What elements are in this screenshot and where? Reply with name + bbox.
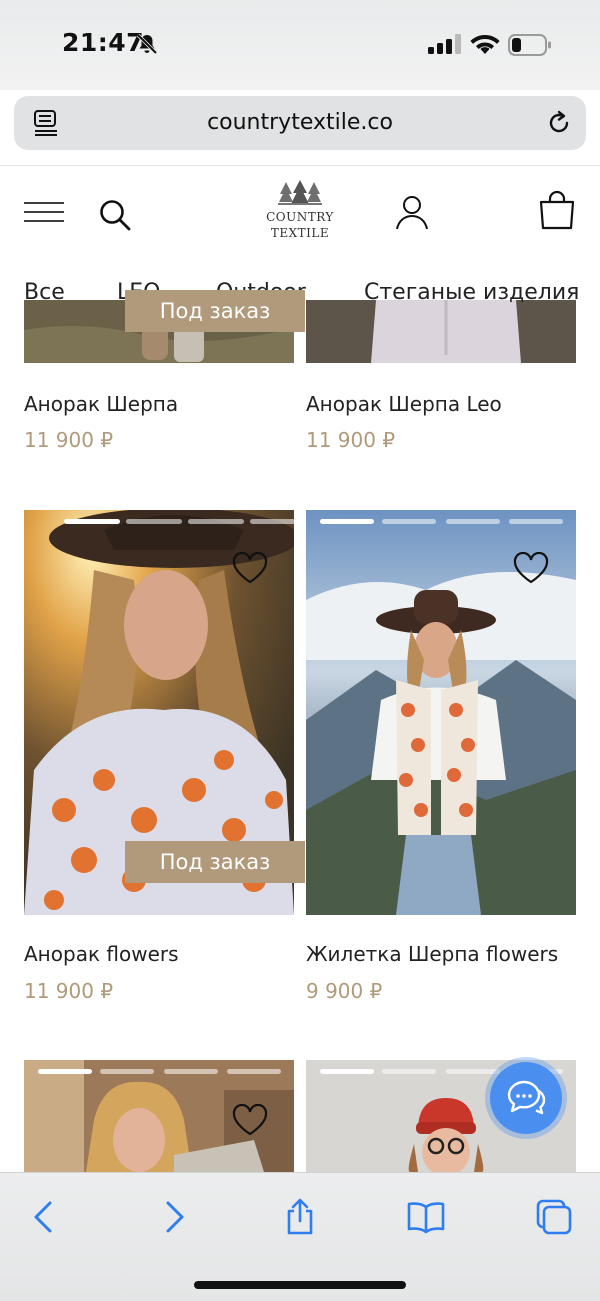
- product-name[interactable]: Жилетка Шерпа flowers: [306, 942, 558, 966]
- gallery-progress: [382, 1069, 436, 1074]
- product-image-5[interactable]: [24, 1060, 294, 1172]
- mute-icon: [136, 33, 158, 55]
- site-logo[interactable]: COUNTRY TEXTILE: [252, 180, 348, 248]
- url-bar[interactable]: countrytextile.co: [14, 96, 586, 150]
- home-indicator[interactable]: [194, 1281, 406, 1289]
- preorder-badge: Под заказ: [125, 841, 305, 883]
- share-icon[interactable]: [280, 1197, 320, 1237]
- cart-icon[interactable]: [538, 190, 576, 230]
- category-tab-all[interactable]: Все: [24, 280, 65, 305]
- forward-icon[interactable]: [154, 1197, 194, 1237]
- product-name[interactable]: Анорак Шерпа Leo: [306, 392, 502, 416]
- gallery-progress: [188, 519, 244, 524]
- site-header: COUNTRY TEXTILE: [0, 165, 600, 258]
- gallery-progress: [250, 519, 294, 524]
- product-price: 11 900 ₽: [24, 428, 114, 452]
- url-text[interactable]: countrytextile.co: [14, 110, 586, 135]
- menu-icon[interactable]: [24, 201, 64, 223]
- product-price: 11 900 ₽: [24, 979, 114, 1003]
- heart-icon[interactable]: [232, 552, 268, 584]
- product-price: 9 900 ₽: [306, 979, 383, 1003]
- back-icon[interactable]: [24, 1197, 64, 1237]
- heart-icon[interactable]: [232, 1104, 268, 1136]
- gallery-progress: [164, 1069, 218, 1074]
- chat-button[interactable]: [490, 1062, 562, 1134]
- battery-icon: [508, 34, 551, 56]
- gallery-progress: [509, 519, 563, 524]
- logo-text-country: COUNTRY: [266, 210, 334, 224]
- browser-toolbar: [0, 1172, 600, 1301]
- gallery-progress: [446, 1069, 500, 1074]
- heart-icon[interactable]: [513, 552, 549, 584]
- logo-text-textile: TEXTILE: [270, 226, 330, 240]
- search-icon[interactable]: [98, 198, 132, 232]
- gallery-progress: [100, 1069, 154, 1074]
- product-image-4[interactable]: [306, 510, 576, 915]
- gallery-progress: [38, 1069, 92, 1074]
- reload-icon[interactable]: [544, 108, 574, 138]
- gallery-progress: [320, 1069, 374, 1074]
- product-price: 11 900 ₽: [306, 428, 396, 452]
- account-icon[interactable]: [394, 194, 430, 230]
- product-name[interactable]: Анорак flowers: [24, 942, 179, 966]
- gallery-progress: [446, 519, 500, 524]
- tabs-icon[interactable]: [534, 1197, 574, 1237]
- bookmarks-icon[interactable]: [406, 1197, 446, 1237]
- gallery-progress: [227, 1069, 281, 1074]
- logo-trees-icon: [278, 180, 322, 205]
- gallery-progress: [64, 519, 120, 524]
- status-bar: 21:47: [0, 0, 600, 90]
- gallery-progress: [320, 519, 374, 524]
- preorder-badge: Под заказ: [125, 290, 305, 332]
- chat-icon: [507, 1080, 546, 1115]
- wifi-icon: [470, 35, 500, 54]
- gallery-progress: [126, 519, 182, 524]
- product-name[interactable]: Анорак Шерпа: [24, 392, 178, 416]
- gallery-progress: [382, 519, 436, 524]
- category-tab-quilted[interactable]: Стеганые изделия: [364, 280, 579, 305]
- status-time: 21:47: [62, 28, 145, 57]
- signal-icon: [428, 34, 461, 54]
